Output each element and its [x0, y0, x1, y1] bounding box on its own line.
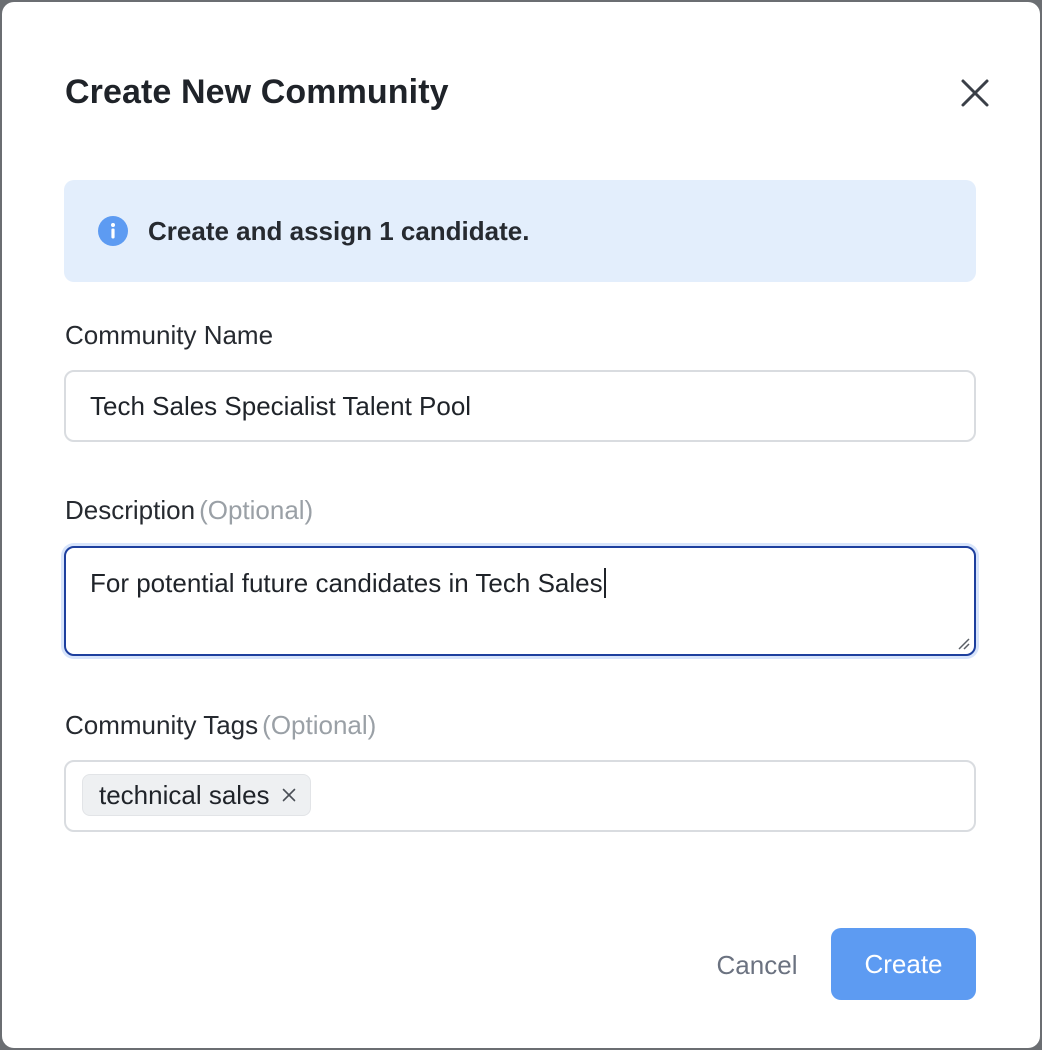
description-value-wrap: For potential future candidates in Tech … [90, 568, 606, 598]
description-label: Description (Optional) [65, 495, 313, 525]
info-banner: Create and assign 1 candidate. [64, 180, 976, 282]
description-value: For potential future candidates in Tech … [90, 568, 603, 598]
tag-chip-label: technical sales [99, 780, 270, 810]
community-tags-optional-label: (Optional) [262, 710, 377, 740]
community-name-value: Tech Sales Specialist Talent Pool [90, 391, 472, 421]
community-name-label-text: Community Name [65, 320, 274, 350]
community-name-label: Community Name [65, 320, 273, 350]
close-icon [961, 79, 989, 107]
tag-chip: technical sales [82, 774, 311, 816]
community-tags-input[interactable]: technical sales [64, 760, 976, 832]
create-community-dialog: Create New Community Create and assign 1… [2, 2, 1040, 1048]
cancel-button[interactable]: Cancel [694, 930, 820, 1000]
close-icon [282, 788, 295, 802]
text-caret [603, 568, 606, 598]
community-tags-label: Community Tags (Optional) [65, 710, 376, 740]
tag-remove-button[interactable] [280, 786, 298, 804]
resize-handle-icon[interactable] [956, 636, 970, 650]
community-name-input[interactable]: Tech Sales Specialist Talent Pool [64, 370, 976, 442]
info-icon [98, 216, 128, 246]
description-optional-label: (Optional) [199, 495, 314, 525]
description-textarea[interactable]: For potential future candidates in Tech … [64, 546, 976, 656]
dialog-title: Create New Community [65, 73, 449, 111]
info-message: Create and assign 1 candidate. [148, 216, 530, 246]
close-button[interactable] [954, 72, 996, 114]
community-tags-label-text: Community Tags [65, 710, 259, 740]
create-button[interactable]: Create [831, 928, 976, 1000]
description-label-text: Description [65, 495, 196, 525]
